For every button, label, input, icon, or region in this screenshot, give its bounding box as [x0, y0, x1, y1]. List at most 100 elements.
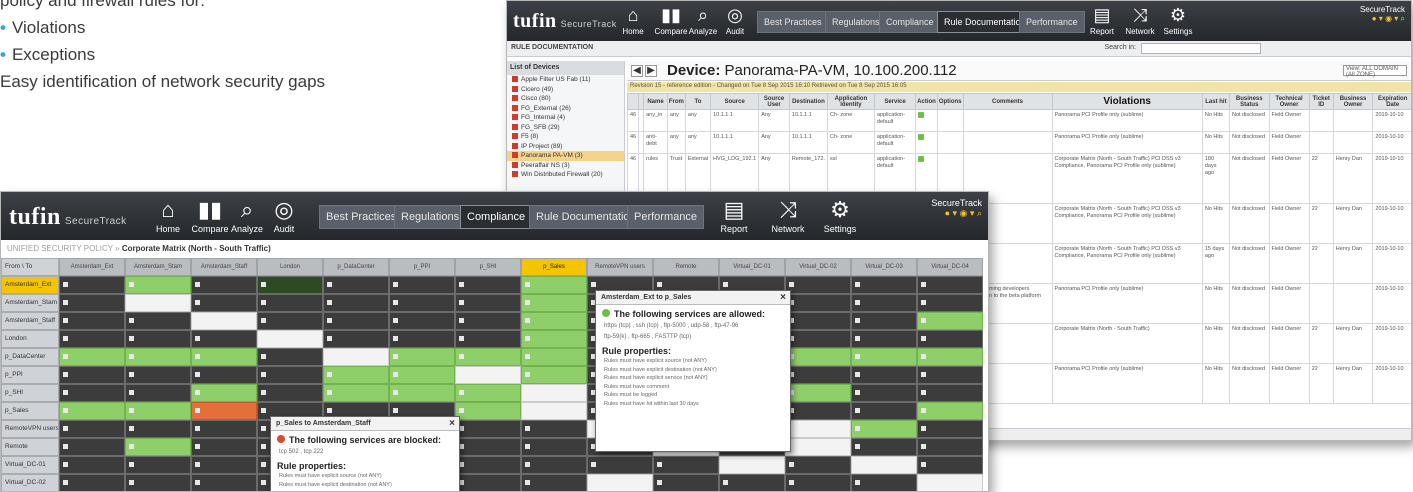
- matrix-cell[interactable]: [851, 438, 917, 456]
- matrix-cell[interactable]: [785, 402, 851, 420]
- column-header[interactable]: Violations: [1051, 93, 1203, 110]
- device-list-item[interactable]: Win Distributed Firewall (20): [507, 170, 624, 180]
- matrix-cell[interactable]: [125, 276, 191, 294]
- matrix-cell[interactable]: [521, 276, 587, 294]
- matrix-cell[interactable]: [455, 366, 521, 384]
- device-list-item[interactable]: FG_External (26): [507, 104, 624, 114]
- matrix-row-header[interactable]: RemoteVPN users: [1, 420, 59, 438]
- tool-network[interactable]: ⤨ Network: [1120, 3, 1160, 36]
- matrix-cell[interactable]: [851, 294, 917, 312]
- matrix-cell[interactable]: [785, 456, 851, 474]
- matrix-cell[interactable]: [851, 420, 917, 438]
- matrix-cell[interactable]: [59, 348, 125, 366]
- column-header[interactable]: To: [684, 93, 712, 110]
- matrix-cell[interactable]: [917, 438, 983, 456]
- matrix-cell[interactable]: [455, 438, 521, 456]
- matrix-cell[interactable]: [257, 366, 323, 384]
- column-header[interactable]: Action: [915, 93, 938, 110]
- device-list-item[interactable]: Peeraffair NS (3): [507, 161, 624, 171]
- matrix-col-header[interactable]: Virtual_DC-03: [851, 258, 917, 276]
- column-header[interactable]: [626, 93, 640, 110]
- matrix-col-header[interactable]: Virtual_DC-04: [917, 258, 983, 276]
- matrix-cell[interactable]: [785, 438, 851, 456]
- matrix-cell[interactable]: [389, 348, 455, 366]
- matrix-cell[interactable]: [59, 438, 125, 456]
- device-list-item[interactable]: IP Project (89): [507, 142, 624, 152]
- tool-network[interactable]: ⤨ Network: [765, 196, 811, 234]
- matrix-cell[interactable]: [59, 384, 125, 402]
- matrix-cell[interactable]: [719, 474, 785, 491]
- column-header[interactable]: Source User: [758, 93, 790, 110]
- matrix-cell[interactable]: [917, 330, 983, 348]
- matrix-col-header[interactable]: Amsterdam_Ext: [59, 258, 125, 276]
- matrix-cell[interactable]: [521, 330, 587, 348]
- matrix-cell[interactable]: [785, 294, 851, 312]
- matrix-cell[interactable]: [917, 474, 983, 491]
- user-menu[interactable]: SecureTrack ● ▾ ◉ ▾ ⌕: [931, 198, 982, 219]
- matrix-row-header[interactable]: p_SHI: [1, 384, 59, 402]
- matrix-cell[interactable]: [455, 330, 521, 348]
- device-list-item[interactable]: Panorama PA-VM (3): [507, 151, 624, 161]
- matrix-cell[interactable]: [521, 366, 587, 384]
- matrix-row-header[interactable]: Remote: [1, 438, 59, 456]
- matrix-cell[interactable]: [59, 402, 125, 420]
- matrix-cell[interactable]: [917, 312, 983, 330]
- matrix-cell[interactable]: [851, 312, 917, 330]
- matrix-cell[interactable]: [323, 312, 389, 330]
- column-header[interactable]: Expiration Date: [1372, 93, 1411, 110]
- device-list-item[interactable]: FG_SFB (29): [507, 123, 624, 133]
- tool-report[interactable]: ▤ Report: [1082, 3, 1122, 36]
- matrix-cell[interactable]: [455, 312, 521, 330]
- nav-audit[interactable]: ◎ Audit: [715, 3, 755, 36]
- matrix-cell[interactable]: [257, 312, 323, 330]
- matrix-cell[interactable]: [59, 420, 125, 438]
- column-header[interactable]: Name: [643, 93, 668, 110]
- tab-rule-documentation[interactable]: Rule Documentation: [529, 205, 643, 229]
- matrix-cell[interactable]: [521, 474, 587, 491]
- matrix-row-header[interactable]: Virtual_DC-02: [1, 474, 59, 491]
- matrix-cell[interactable]: [323, 366, 389, 384]
- matrix-cell[interactable]: [125, 456, 191, 474]
- column-header[interactable]: Application Identity: [826, 93, 875, 110]
- column-header[interactable]: Business Status: [1229, 93, 1270, 110]
- table-row[interactable]: 46 anti-debt any any 10.1.1.1 Any 10.1.1.1 Ch- …: [626, 131, 1411, 154]
- matrix-cell[interactable]: [191, 294, 257, 312]
- matrix-cell[interactable]: [59, 474, 125, 491]
- matrix-cell[interactable]: [719, 456, 785, 474]
- column-header[interactable]: Options: [936, 93, 964, 110]
- column-header[interactable]: Service: [873, 93, 917, 110]
- matrix-cell[interactable]: [917, 384, 983, 402]
- matrix-cell[interactable]: [191, 438, 257, 456]
- tufin-logo[interactable]: tufin SecureTrack: [513, 10, 617, 33]
- matrix-cell[interactable]: [521, 312, 587, 330]
- matrix-cell[interactable]: [785, 348, 851, 366]
- matrix-cell[interactable]: [59, 330, 125, 348]
- matrix-cell[interactable]: [851, 276, 917, 294]
- matrix-cell[interactable]: [389, 294, 455, 312]
- matrix-col-header[interactable]: RemoteVPN users: [587, 258, 653, 276]
- matrix-cell[interactable]: [851, 366, 917, 384]
- matrix-row-header[interactable]: Virtual_DC-01: [1, 456, 59, 474]
- matrix-cell[interactable]: [257, 348, 323, 366]
- matrix-cell[interactable]: [851, 474, 917, 491]
- matrix-col-header[interactable]: Virtual_DC-02: [785, 258, 851, 276]
- table-row[interactable]: 46 any_in any any 10.1.1.1 Any 10.1.1.1 Ch- zon…: [626, 109, 1411, 132]
- matrix-col-header[interactable]: Amsterdam_Staff: [191, 258, 257, 276]
- matrix-cell[interactable]: [521, 438, 587, 456]
- matrix-cell[interactable]: [917, 348, 983, 366]
- matrix-cell[interactable]: [917, 456, 983, 474]
- matrix-cell[interactable]: [125, 348, 191, 366]
- matrix-cell[interactable]: [455, 276, 521, 294]
- matrix-cell[interactable]: [125, 474, 191, 491]
- matrix-cell[interactable]: [59, 276, 125, 294]
- nav-arrows[interactable]: ◀ ▶: [631, 65, 659, 77]
- matrix-col-header[interactable]: p_DataCenter: [323, 258, 389, 276]
- matrix-row-header[interactable]: Amsterdam_Stam: [1, 294, 59, 312]
- column-header[interactable]: Business Owner: [1332, 93, 1374, 110]
- matrix-cell[interactable]: [851, 384, 917, 402]
- column-header[interactable]: Comments: [962, 93, 1053, 110]
- matrix-cell[interactable]: [59, 312, 125, 330]
- matrix-cell[interactable]: [125, 330, 191, 348]
- user-menu[interactable]: SecureTrack ● ▾ ◉ ▾ ⌕: [1360, 5, 1405, 24]
- matrix-cell[interactable]: [191, 456, 257, 474]
